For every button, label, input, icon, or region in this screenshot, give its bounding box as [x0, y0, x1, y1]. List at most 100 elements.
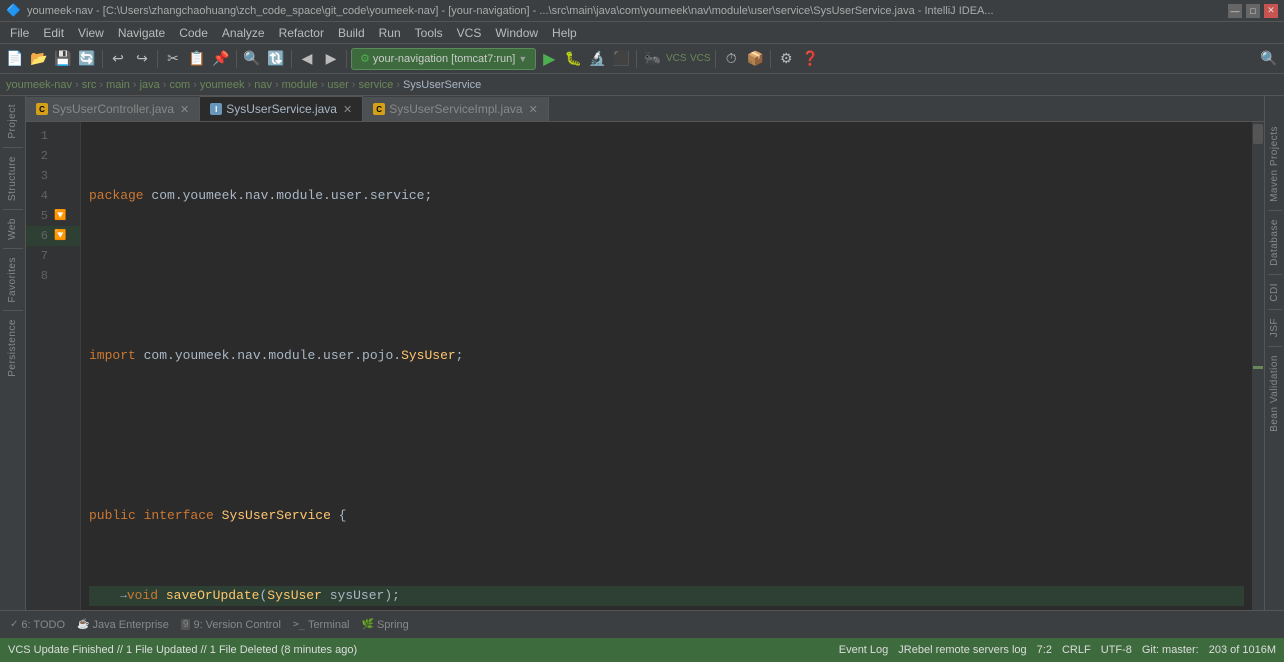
close-button[interactable]: ✕: [1264, 4, 1278, 18]
sidebar-structure-label[interactable]: Structure: [7, 152, 18, 205]
menu-analyze[interactable]: Analyze: [216, 24, 271, 42]
patch-btn[interactable]: 📦: [744, 48, 766, 70]
replace-btn[interactable]: 🔃: [265, 48, 287, 70]
gutter-icon-5: 🔽: [54, 210, 68, 222]
bc-main[interactable]: main: [106, 79, 130, 91]
spring-tab[interactable]: 🌿 Spring: [358, 617, 413, 633]
bc-nav[interactable]: nav: [254, 79, 272, 91]
cut-btn[interactable]: ✂: [162, 48, 184, 70]
menu-help[interactable]: Help: [546, 24, 583, 42]
tab-close-service[interactable]: ✕: [343, 103, 352, 116]
todo-tab[interactable]: ✓ 6: TODO: [6, 617, 69, 633]
bc-com[interactable]: com: [169, 79, 190, 91]
database-label[interactable]: Database: [1269, 215, 1280, 270]
bc-service[interactable]: service: [358, 79, 393, 91]
redo-btn[interactable]: ↪: [131, 48, 153, 70]
maven-projects-label[interactable]: Maven Projects: [1269, 122, 1280, 206]
menu-file[interactable]: File: [4, 24, 35, 42]
save-btn[interactable]: 💾: [52, 48, 74, 70]
menu-refactor[interactable]: Refactor: [273, 24, 330, 42]
vertical-scrollbar[interactable]: [1252, 122, 1264, 610]
tab-icon-controller: C: [36, 103, 48, 115]
copy-btn[interactable]: 📋: [186, 48, 208, 70]
undo-btn[interactable]: ↩: [107, 48, 129, 70]
breadcrumb-bar: youmeek-nav › src › main › java › com › …: [0, 74, 1284, 96]
paste-btn[interactable]: 📌: [210, 48, 232, 70]
sync-btn[interactable]: 🔄: [76, 48, 98, 70]
toolbar-sep7: [715, 50, 716, 68]
tab-sys-user-service[interactable]: I SysUserService.java ✕: [200, 96, 363, 121]
java-enterprise-tab[interactable]: ☕ Java Enterprise: [73, 617, 173, 633]
code-line-4: [89, 426, 1244, 446]
tab-close-impl[interactable]: ✕: [529, 103, 538, 116]
rsidebar-sep4: [1268, 346, 1282, 347]
sidebar-persistence-label[interactable]: Persistence: [7, 315, 18, 381]
help-toolbar-btn[interactable]: ❓: [799, 48, 821, 70]
cdi-label[interactable]: CDI: [1269, 279, 1280, 306]
back-btn[interactable]: ◀: [296, 48, 318, 70]
bc-youmeek[interactable]: youmeek: [200, 79, 245, 91]
forward-btn[interactable]: ▶: [320, 48, 342, 70]
terminal-label: Terminal: [308, 619, 350, 631]
editor-container: 1 2 3 4: [26, 122, 1264, 610]
find-btn[interactable]: 🔍: [241, 48, 263, 70]
menu-edit[interactable]: Edit: [37, 24, 70, 42]
event-log-btn[interactable]: Event Log: [839, 644, 889, 656]
caret-position[interactable]: 7:2: [1037, 644, 1052, 656]
debug-btn[interactable]: 🐛: [562, 48, 584, 70]
menu-navigate[interactable]: Navigate: [112, 24, 171, 42]
bc-java[interactable]: java: [140, 79, 160, 91]
code-line-3: import com.youmeek.nav.module.user.pojo.…: [89, 346, 1244, 366]
run-config-btn[interactable]: ⚙ your-navigation [tomcat7:run] ▼: [351, 48, 536, 70]
settings-btn[interactable]: ⚙: [775, 48, 797, 70]
sidebar-project-label[interactable]: Project: [7, 100, 18, 143]
menu-build[interactable]: Build: [332, 24, 371, 42]
git-branch[interactable]: Git: master:: [1142, 644, 1199, 656]
search-everywhere-btn[interactable]: 🔍: [1258, 48, 1280, 70]
vcs-commit-btn[interactable]: VCS: [689, 48, 711, 70]
sidebar-web-label[interactable]: Web: [7, 214, 18, 244]
line-num-8: 8: [26, 269, 54, 283]
java-enterprise-icon: ☕: [77, 619, 89, 630]
history-btn[interactable]: ⏱: [720, 48, 742, 70]
jsf-label[interactable]: JSF: [1269, 314, 1280, 341]
menu-window[interactable]: Window: [489, 24, 544, 42]
code-content[interactable]: package com.youmeek.nav.module.user.serv…: [81, 122, 1252, 610]
bc-youmeek-nav[interactable]: youmeek-nav: [6, 79, 72, 91]
bc-src[interactable]: src: [82, 79, 97, 91]
toolbar: 📄 📂 💾 🔄 ↩ ↪ ✂ 📋 📌 🔍 🔃 ◀ ▶ ⚙ your-navigat…: [0, 44, 1284, 74]
tab-sys-user-service-impl[interactable]: C SysUserServiceImpl.java ✕: [363, 97, 549, 121]
new-file-btn[interactable]: 📄: [4, 48, 26, 70]
tab-sys-user-controller[interactable]: C SysUserController.java ✕: [26, 97, 200, 121]
line-ending[interactable]: CRLF: [1062, 644, 1091, 656]
open-btn[interactable]: 📂: [28, 48, 50, 70]
maximize-button[interactable]: □: [1246, 4, 1260, 18]
version-control-tab[interactable]: 9 9: Version Control: [177, 617, 285, 633]
vcs-status-text: VCS Update Finished // 1 File Updated //…: [8, 644, 357, 656]
bc-user[interactable]: user: [327, 79, 348, 91]
minimize-button[interactable]: —: [1228, 4, 1242, 18]
menu-tools[interactable]: Tools: [409, 24, 449, 42]
tab-close-controller[interactable]: ✕: [180, 103, 189, 116]
run-btn[interactable]: ▶: [538, 48, 560, 70]
menu-vcs[interactable]: VCS: [451, 24, 488, 42]
charset[interactable]: UTF-8: [1101, 644, 1132, 656]
run-with-coverage-btn[interactable]: 🔬: [586, 48, 608, 70]
jrebel-log-btn[interactable]: JRebel remote servers log: [898, 644, 1026, 656]
vcs-update-btn[interactable]: VCS: [665, 48, 687, 70]
menu-view[interactable]: View: [72, 24, 110, 42]
title-text: youmeek-nav - [C:\Users\zhangchaohuang\z…: [27, 5, 1222, 17]
toolbar-sep4: [291, 50, 292, 68]
java-enterprise-label: Java Enterprise: [92, 619, 168, 631]
sidebar-favorites-label[interactable]: Favorites: [7, 253, 18, 307]
menu-code[interactable]: Code: [173, 24, 214, 42]
menu-run[interactable]: Run: [373, 24, 407, 42]
memory-indicator[interactable]: 203 of 1016M: [1209, 644, 1276, 656]
bean-validation-label[interactable]: Bean Validation: [1269, 351, 1280, 436]
terminal-tab[interactable]: >_ Terminal: [289, 617, 354, 633]
sidebar-sep3: [3, 248, 23, 249]
ant-btn[interactable]: 🐜: [641, 48, 663, 70]
bc-module[interactable]: module: [282, 79, 318, 91]
title-bar: 🔷 youmeek-nav - [C:\Users\zhangchaohuang…: [0, 0, 1284, 22]
stop-btn[interactable]: ⬛: [610, 48, 632, 70]
